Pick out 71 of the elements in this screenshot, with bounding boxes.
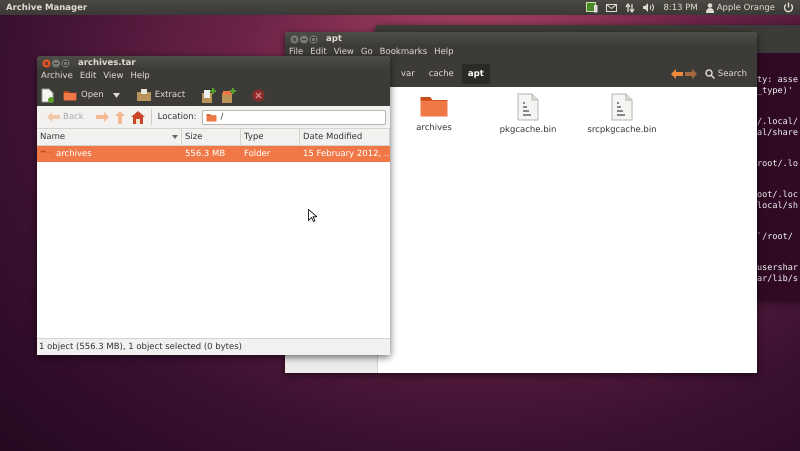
- app-title: Archive Manager: [6, 2, 88, 12]
- table-cell: archives: [56, 149, 92, 159]
- terminal-line: ty: asse: [757, 75, 799, 86]
- terminal-line: al/share: [757, 128, 799, 139]
- table-cell: 556.3 MB: [185, 149, 226, 159]
- back-arrow-icon: [47, 112, 60, 122]
- terminal-line: `/root/: [757, 232, 794, 243]
- column-header[interactable]: Size: [182, 129, 241, 145]
- window-title: apt: [326, 34, 342, 44]
- new-archive-icon[interactable]: [41, 88, 54, 102]
- table-cell: Folder: [244, 149, 270, 159]
- path-button[interactable]: apt: [462, 64, 490, 84]
- monitor-icon[interactable]: [586, 2, 598, 13]
- file-name[interactable]: pkgcache.bin: [500, 125, 556, 135]
- terminal-line: _type)': [757, 86, 794, 97]
- location-field[interactable]: /: [202, 110, 386, 124]
- stop-icon[interactable]: [252, 88, 266, 102]
- menu-item[interactable]: Archive: [41, 71, 73, 81]
- open-button[interactable]: Open: [60, 88, 107, 102]
- folder-icon: [40, 148, 53, 160]
- menu-item[interactable]: Edit: [80, 71, 96, 81]
- window-controls-icon[interactable]: [290, 34, 318, 44]
- home-icon[interactable]: [130, 110, 145, 124]
- table-cell: 15 February 2012, …: [303, 149, 390, 159]
- column-header[interactable]: Date Modified: [300, 129, 390, 145]
- binary-file-icon: [517, 93, 539, 121]
- search-icon: [704, 68, 715, 78]
- file-name[interactable]: srcpkgcache.bin: [587, 125, 657, 135]
- user-name[interactable]: Apple Orange: [716, 2, 775, 12]
- network-icon[interactable]: [625, 2, 636, 12]
- binary-file-icon: [611, 93, 633, 121]
- window-controls-icon[interactable]: [42, 58, 70, 68]
- clock[interactable]: 8:13 PM: [663, 2, 698, 12]
- menu-item[interactable]: Edit: [310, 47, 327, 57]
- location-label: Location:: [158, 112, 196, 122]
- terminal-line: ar/lib/s: [757, 274, 799, 285]
- sort-icon: [172, 135, 178, 139]
- menu-item[interactable]: View: [103, 71, 124, 81]
- terminal-line: root/.lo: [757, 159, 799, 170]
- terminal-line: oot/.loc: [757, 190, 799, 201]
- mouse-pointer-icon: [308, 209, 317, 222]
- path-button[interactable]: cache: [422, 64, 460, 84]
- back-arrow-icon[interactable]: [670, 68, 683, 78]
- box-icon: [136, 89, 151, 101]
- menu-item[interactable]: Help: [130, 71, 150, 81]
- folder-icon: [206, 112, 218, 122]
- column-header[interactable]: Name: [37, 129, 182, 145]
- menu-item[interactable]: Go: [360, 47, 373, 57]
- terminal-line: usershar: [757, 263, 799, 274]
- search-button[interactable]: Search: [698, 68, 753, 80]
- terminal-line: local/sh: [757, 201, 799, 212]
- user-icon: [706, 2, 714, 12]
- column-header[interactable]: Type: [241, 129, 300, 145]
- add-files-icon[interactable]: [202, 88, 216, 102]
- power-icon[interactable]: [783, 2, 794, 13]
- folder-icon: [63, 88, 77, 102]
- terminal-line: /.local/: [757, 117, 799, 128]
- add-folder-icon[interactable]: [222, 88, 236, 102]
- caret-icon[interactable]: [112, 92, 120, 98]
- volume-icon[interactable]: [643, 3, 656, 12]
- menu-item[interactable]: Bookmarks: [380, 47, 428, 57]
- forward-arrow-icon[interactable]: [684, 68, 697, 78]
- menu-item[interactable]: Help: [434, 47, 454, 57]
- file-name[interactable]: archives: [416, 123, 452, 133]
- menu-item[interactable]: View: [334, 47, 354, 57]
- extract-button[interactable]: Extract: [134, 88, 188, 102]
- status-bar: 1 object (556.3 MB), 1 object selected (0 bytes): [37, 338, 390, 355]
- path-button[interactable]: var: [395, 64, 421, 84]
- mail-icon[interactable]: [606, 4, 618, 12]
- menu-item[interactable]: File: [289, 47, 304, 57]
- window-title: archives.tar: [78, 58, 136, 68]
